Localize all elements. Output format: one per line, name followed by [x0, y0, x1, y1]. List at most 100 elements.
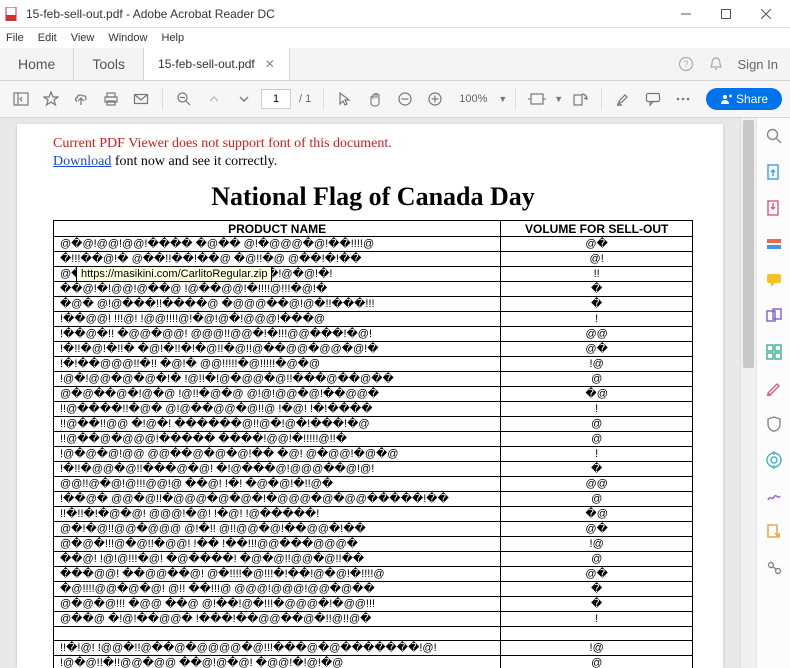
cell-product: ��@! !@!@!!!�@! �@����! �@�@!!@@�@!!�� — [54, 552, 501, 567]
select-tool-button[interactable] — [332, 86, 358, 112]
table-row: !@�@!!�!!@@�@@ ��@!@�@! �@@!�!@!�@@ — [54, 656, 693, 668]
email-button[interactable] — [128, 86, 154, 112]
cell-product: �!!!��@!� @��!!��!��@ �@!!�@ @��!�!�� — [54, 252, 501, 267]
save-cloud-button[interactable] — [68, 86, 94, 112]
cell-product: @�@�@!!! �@@ ��@ @!��!@�!!!�@@@�!�@@!!! — [54, 597, 501, 612]
tab-home[interactable]: Home — [0, 48, 74, 80]
cell-volume: @! — [501, 252, 693, 267]
tab-document[interactable]: 15-feb-sell-out.pdf ✕ — [144, 48, 290, 80]
table-row: !!�!@! !@@�!!@��@�@@@@�@!!!���@�@�������… — [54, 641, 693, 656]
send-icon[interactable] — [764, 522, 784, 542]
chevron-down-icon[interactable]: ▼ — [498, 94, 507, 104]
scrollbar-thumb[interactable] — [743, 120, 754, 368]
create-pdf-icon[interactable] — [764, 198, 784, 218]
help-icon[interactable]: ? — [678, 56, 694, 72]
sign-in-button[interactable]: Sign In — [738, 57, 778, 72]
search-icon[interactable] — [764, 126, 784, 146]
share-button[interactable]: Share — [706, 88, 782, 110]
cell-volume: �@ — [501, 387, 693, 402]
table-row: �@!!!!@@�@�@! @!! ��!!!@ @@@!@@@!@@�@��� — [54, 582, 693, 597]
fit-width-button[interactable] — [524, 86, 550, 112]
cell-volume — [501, 627, 693, 641]
close-tab-icon[interactable]: ✕ — [265, 57, 275, 71]
cell-volume: ! — [501, 612, 693, 627]
toolbar: / 1 100% ▼ ▼ Share — [0, 81, 790, 118]
menu-view[interactable]: View — [71, 32, 95, 44]
download-link[interactable]: Download — [53, 154, 111, 169]
redact-icon[interactable] — [764, 378, 784, 398]
organize-pages-icon[interactable] — [764, 342, 784, 362]
zoom-out-find-button[interactable] — [171, 86, 197, 112]
more-button[interactable] — [670, 86, 696, 112]
cell-product: ��@!�!@@!@��@ !@��@@!�!!!!@!!!�@!� — [54, 282, 501, 297]
tab-tools[interactable]: Tools — [74, 48, 144, 80]
comment-tool-icon[interactable] — [764, 270, 784, 290]
vertical-scrollbar[interactable] — [740, 118, 756, 668]
page-total-label: / 1 — [299, 93, 311, 105]
zoom-out-button[interactable] — [392, 86, 418, 112]
cell-volume: !@ — [501, 641, 693, 656]
comment-button[interactable] — [640, 86, 666, 112]
zoom-in-button[interactable] — [422, 86, 448, 112]
cell-volume: @@ — [501, 327, 693, 342]
table-row: !!@����!!�@� @!@��@@�@!!@ !�@! !�!����! — [54, 402, 693, 417]
panel-toggle-button[interactable] — [8, 86, 34, 112]
cell-volume: !@ — [501, 537, 693, 552]
export-pdf-icon[interactable] — [764, 162, 784, 182]
cell-product: !�!��@@@!!�!! �@!� @@!!!!!�@!!!!!�@�@ — [54, 357, 501, 372]
document-area: Current PDF Viewer does not support font… — [0, 118, 740, 668]
download-rest-text: font now and see it correctly. — [111, 154, 277, 169]
compress-icon[interactable] — [764, 450, 784, 470]
page-down-button[interactable] — [231, 86, 257, 112]
cell-product: @�@��@�!@�@ !@!!�@�@ @!@!@@�@!��@@� — [54, 387, 501, 402]
table-row: !!@��@�@@@!����� ����!@@!�!!!!!@!!�@ — [54, 432, 693, 447]
table-row: !@�@�@!@@ @@��@�@�@!�� �@! @�@@!�@�@! — [54, 447, 693, 462]
fill-sign-icon[interactable] — [764, 486, 784, 506]
protect-icon[interactable] — [764, 414, 784, 434]
menu-window[interactable]: Window — [108, 32, 147, 44]
cell-product: !@�@!!�!!@@�@@ ��@!@�@! �@@!�!@!�@ — [54, 656, 501, 668]
table-row: @�!�@!!@@�@@@ @!�!! @!!@@�@!��@@�!��@� — [54, 522, 693, 537]
chevron-down-icon[interactable]: ▼ — [554, 94, 563, 104]
star-button[interactable] — [38, 86, 64, 112]
highlight-button[interactable] — [610, 86, 636, 112]
cell-product: ���@@! ��@@��@! @�!!!!�@!!!�!��!@�@!�!!!… — [54, 567, 501, 582]
menu-file[interactable]: File — [6, 32, 24, 44]
more-tools-icon[interactable] — [764, 558, 784, 578]
table-row: ���@@! ��@@��@! @�!!!!�@!!!�!��!@�@!�!!!… — [54, 567, 693, 582]
cell-volume: @ — [501, 656, 693, 668]
print-button[interactable] — [98, 86, 124, 112]
bell-icon[interactable] — [708, 56, 724, 72]
edit-pdf-icon[interactable] — [764, 234, 784, 254]
window-maximize-button[interactable] — [706, 0, 746, 28]
cell-product: !��@�!! �@@�@@! @@@!!@@�!�!!!@@���!�@! — [54, 327, 501, 342]
cell-volume: ! — [501, 402, 693, 417]
cell-volume: @ — [501, 417, 693, 432]
window-minimize-button[interactable] — [666, 0, 706, 28]
combine-files-icon[interactable] — [764, 306, 784, 326]
table-row: !�!��@@@!!�!! �@!� @@!!!!!�@!!!!!�@�@!@ — [54, 357, 693, 372]
rotate-button[interactable] — [567, 86, 593, 112]
cell-product: @�@!@@!@@!���� �@�� @!�@@@�@!��!!!!@ — [54, 237, 501, 252]
menu-help[interactable]: Help — [161, 32, 184, 44]
cell-product: !!�!!�!�@�@! @@@!�@! !�@! !@�����! — [54, 507, 501, 522]
hand-tool-button[interactable] — [362, 86, 388, 112]
table-row — [54, 627, 693, 641]
share-label: Share — [736, 92, 768, 106]
zoom-level[interactable]: 100% — [452, 90, 494, 108]
page-number-input[interactable] — [261, 89, 291, 109]
menu-edit[interactable]: Edit — [38, 32, 57, 44]
window-title: 15-feb-sell-out.pdf - Adobe Acrobat Read… — [26, 7, 666, 21]
cell-product: !@�!@@�@�@�!� !@!!�!@�@@�@!!���@��@�� — [54, 372, 501, 387]
data-table: PRODUCT NAME VOLUME FOR SELL-OUT @�@!@@!… — [53, 220, 693, 668]
pdf-file-icon — [4, 6, 20, 22]
cell-volume: � — [501, 297, 693, 312]
page-up-button[interactable] — [201, 86, 227, 112]
window-close-button[interactable] — [746, 0, 786, 28]
tab-document-label: 15-feb-sell-out.pdf — [158, 57, 255, 71]
menubar: File Edit View Window Help — [0, 28, 790, 48]
tab-row: Home Tools 15-feb-sell-out.pdf ✕ ? Sign … — [0, 48, 790, 81]
table-row: @@!!@�@!@!!!@@!@ ��@! !�! �@�@!�!!@�@@ — [54, 477, 693, 492]
column-header-volume: VOLUME FOR SELL-OUT — [501, 221, 693, 237]
cell-volume: @� — [501, 522, 693, 537]
